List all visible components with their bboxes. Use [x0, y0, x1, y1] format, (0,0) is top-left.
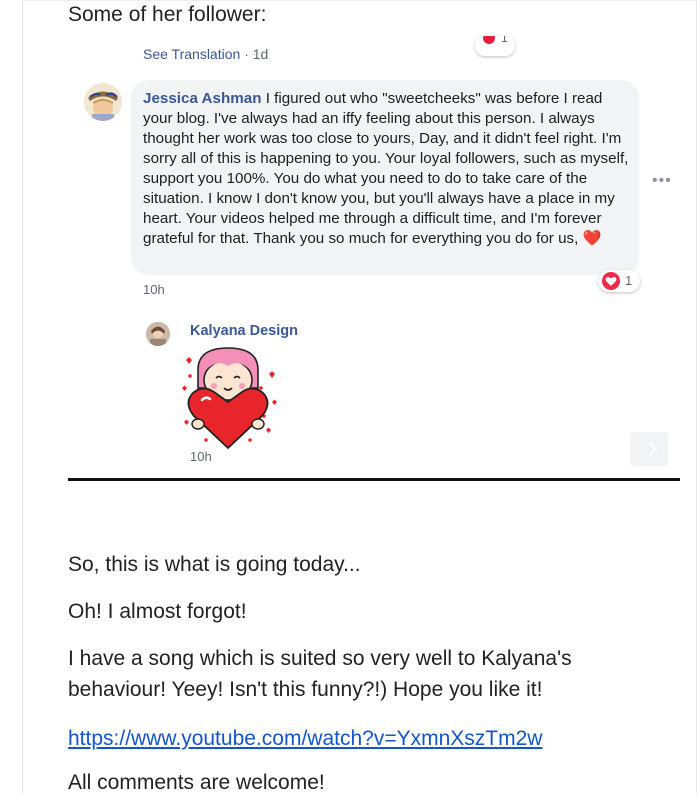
reply-timestamp[interactable]: 10h	[190, 449, 212, 464]
comment-author-link[interactable]: Jessica Ashman	[143, 90, 261, 107]
separator-dot: ·	[244, 46, 249, 62]
profile-photo-icon	[146, 322, 170, 346]
heart-reaction-icon	[483, 36, 495, 44]
reply-author-link[interactable]: Kalyana Design	[190, 323, 298, 339]
paragraph: Oh! I almost forgot!	[68, 600, 247, 623]
more-options-icon[interactable]: •••	[652, 172, 672, 190]
comment-timestamp[interactable]: 10h	[143, 282, 165, 297]
intro-text: Some of her follower:	[68, 3, 267, 26]
reaction-badge[interactable]: 1	[598, 270, 640, 292]
left-border	[22, 0, 23, 793]
reaction-count: 1	[625, 273, 633, 288]
profile-photo-icon	[84, 83, 122, 121]
love-reaction-icon	[602, 272, 620, 290]
next-arrow-button[interactable]	[630, 432, 668, 466]
heart-emoji: ❤️	[582, 230, 602, 247]
chevron-right-icon	[642, 441, 658, 457]
paragraph: I have a song which is suited so very we…	[68, 647, 572, 701]
comment-text: Jessica Ashman I figured out who "sweetc…	[143, 89, 635, 249]
comment-time[interactable]: 1d	[253, 46, 269, 62]
reaction-badge-top[interactable]: 1	[475, 36, 515, 56]
reaction-count: 1	[501, 36, 508, 45]
divider	[68, 478, 680, 481]
avatar[interactable]	[84, 83, 122, 121]
paragraph: So, this is what is going today...	[68, 553, 361, 576]
heart-girl-sticker	[176, 344, 280, 450]
reply-avatar[interactable]	[146, 322, 170, 346]
paragraph: All comments are welcome!	[68, 771, 325, 794]
comment-body: I figured out who "sweetcheeks" was befo…	[143, 90, 629, 247]
youtube-link[interactable]: https://www.youtube.com/watch?v=YxmnXszT…	[68, 723, 542, 754]
top-border	[22, 0, 697, 1]
see-translation-link[interactable]: See Translation	[143, 46, 240, 62]
translation-row: See Translation · 1d	[143, 46, 268, 62]
